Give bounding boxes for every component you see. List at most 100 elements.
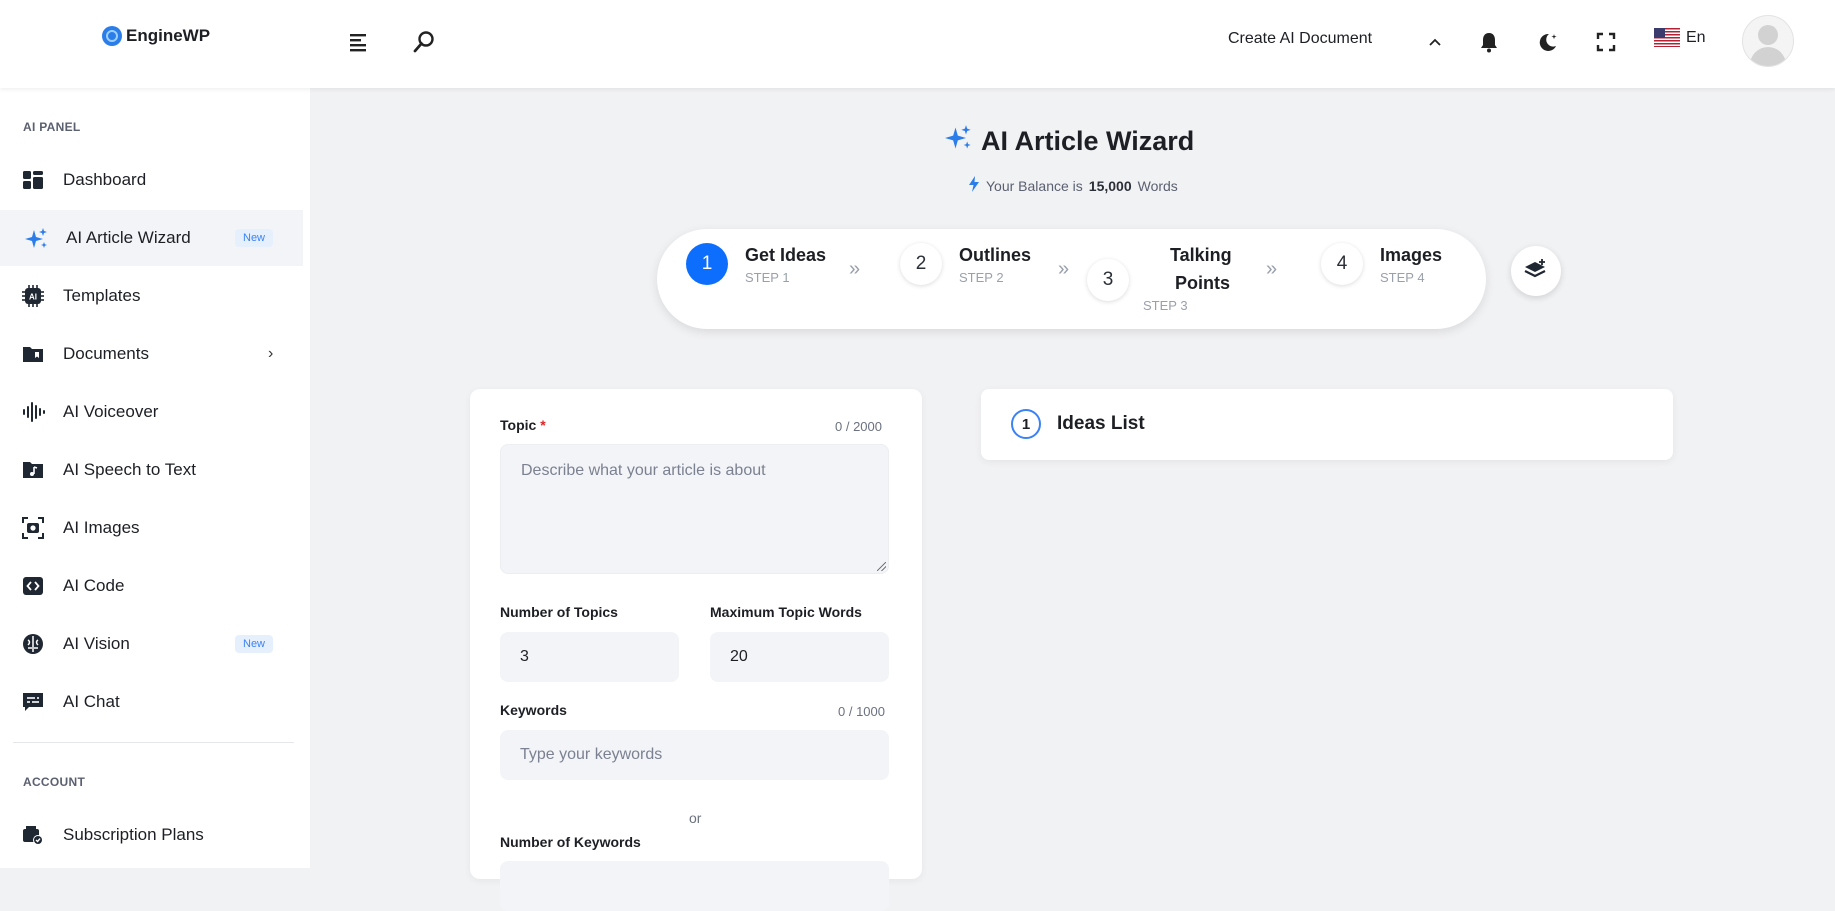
sidebar-item-label: AI Article Wizard [66,228,191,247]
step-3-title-line2[interactable]: Points [1175,273,1230,294]
sidebar-item-dashboard[interactable]: Dashboard [0,152,303,208]
create-ai-document-menu[interactable]: Create AI Document [1228,30,1372,48]
brain-icon [22,633,44,655]
step-3-number[interactable]: 3 [1087,259,1129,301]
section-heading-account: ACCOUNT [23,775,86,789]
camera-icon [22,517,44,539]
sidebar-item-ai-code[interactable]: AI Code [0,558,303,614]
step-4-number[interactable]: 4 [1321,243,1363,285]
sidebar-item-label: AI Voiceover [63,402,159,421]
brand-logo[interactable]: EngineWP [102,26,210,46]
us-flag-icon [1654,28,1680,47]
chevron-right-icon: › [268,345,274,362]
step-2-number[interactable]: 2 [900,243,942,285]
waveform-icon [22,401,45,423]
balance-amount: 15,000 [1088,177,1132,194]
sidebar-item-label: Dashboard [63,170,147,189]
number-of-topics-input[interactable]: 3 [500,632,679,682]
page-title-text: AI Article Wizard [981,126,1195,156]
svg-text:AI: AI [29,293,37,302]
keywords-placeholder: Type your keywords [520,746,663,763]
sidebar-item-label: Documents [63,344,149,363]
sidebar-item-label: AI Vision [63,634,130,653]
sidebar-item-ai-speech-to-text[interactable]: AI Speech to Text [0,442,303,498]
step-2-sub: STEP 2 [959,270,1004,285]
topic-form-card: Topic * 0 / 2000 Describe what your arti… [470,389,922,911]
wallet-check-icon [22,824,44,846]
step-3-title-line1[interactable]: Talking [1170,245,1232,266]
page-title: AI Article Wizard [945,124,1194,159]
double-chevron-icon: » [1058,258,1070,280]
section-heading-ai-panel: AI PANEL [23,120,81,134]
step-3-sub: STEP 3 [1143,298,1188,313]
maximum-topic-words-input[interactable]: 20 [710,632,889,682]
folder-icon [22,343,44,365]
chevron-up-icon[interactable] [1419,26,1451,58]
number-of-keywords-input[interactable] [500,861,889,911]
double-chevron-icon: » [849,258,861,280]
sidebar-item-ai-article-wizard[interactable]: AI Article Wizard New [0,210,303,266]
chip-icon: AI [22,285,44,307]
fullscreen-icon[interactable] [1590,26,1622,58]
sidebar-item-label: Templates [63,286,141,305]
ideas-list-number: 1 [1011,409,1041,439]
language-label: En [1686,28,1706,46]
double-chevron-icon: » [1266,258,1278,280]
sidebar-item-ai-voiceover[interactable]: AI Voiceover [0,384,303,440]
sidebar-divider [13,742,294,743]
keywords-input[interactable]: Type your keywords [500,730,889,780]
resize-handle-icon[interactable] [877,562,886,571]
step-4-title[interactable]: Images [1380,245,1442,266]
word-balance: Your Balance is 15,000 Words [968,176,1178,195]
chat-icon [22,691,44,713]
sidebar-item-subscription-plans[interactable]: Subscription Plans [0,807,303,863]
keywords-label: Keywords [500,702,567,718]
sidebar-item-label: AI Chat [63,692,120,711]
step-4-sub: STEP 4 [1380,270,1425,285]
dashboard-icon [22,169,44,191]
topic-textarea[interactable]: Describe what your article is about [500,444,889,574]
sidebar-item-label: AI Code [63,576,125,595]
wizard-steps: 1 Get Ideas STEP 1 » 2 Outlines STEP 2 »… [657,229,1486,329]
music-file-icon [22,459,44,481]
balance-prefix: Your Balance is [986,177,1083,194]
bell-icon[interactable] [1473,26,1505,58]
maximum-topic-words-value: 20 [730,648,748,665]
number-of-keywords-label: Number of Keywords [500,834,641,850]
sidebar-item-ai-vision[interactable]: AI Vision New [0,616,303,672]
user-avatar[interactable] [1742,15,1794,67]
new-badge: New [235,635,274,653]
search-icon[interactable] [408,26,440,58]
keywords-char-count: 0 / 1000 [838,704,885,719]
logo-icon [102,26,122,46]
sidebar-item-templates[interactable]: AI Templates [0,268,303,324]
sidebar-item-ai-images[interactable]: AI Images [0,500,303,556]
step-2-title[interactable]: Outlines [959,245,1031,266]
sidebar-item-ai-chat[interactable]: AI Chat [0,674,303,730]
sidebar-item-label: Subscription Plans [63,825,204,844]
balance-suffix: Words [1137,177,1178,194]
maximum-topic-words-label: Maximum Topic Words [710,604,862,620]
menu-icon[interactable] [343,26,375,58]
bolt-icon [968,176,980,195]
sparkles-icon [25,227,47,249]
moon-icon[interactable] [1532,26,1564,58]
number-of-topics-value: 3 [520,648,529,665]
layers-icon [1524,258,1548,285]
top-header: EngineWP Create AI Document En [0,0,1835,88]
sidebar-item-documents[interactable]: Documents › [0,326,303,382]
code-icon [22,575,44,597]
topic-char-count: 0 / 2000 [835,419,882,434]
layers-button[interactable] [1511,246,1561,296]
topic-placeholder: Describe what your article is about [521,462,766,479]
sparkles-icon [945,124,973,159]
number-of-topics-label: Number of Topics [500,604,618,620]
or-separator: or [689,810,702,826]
step-1-number[interactable]: 1 [686,243,728,285]
sidebar: AI PANEL Dashboard AI Article Wizard New… [0,88,310,868]
language-selector[interactable]: En [1654,28,1706,47]
ideas-list-card: 1 Ideas List [981,389,1673,460]
sidebar-item-label: AI Images [63,518,140,537]
step-1-title[interactable]: Get Ideas [745,245,826,266]
new-badge: New [235,229,274,247]
